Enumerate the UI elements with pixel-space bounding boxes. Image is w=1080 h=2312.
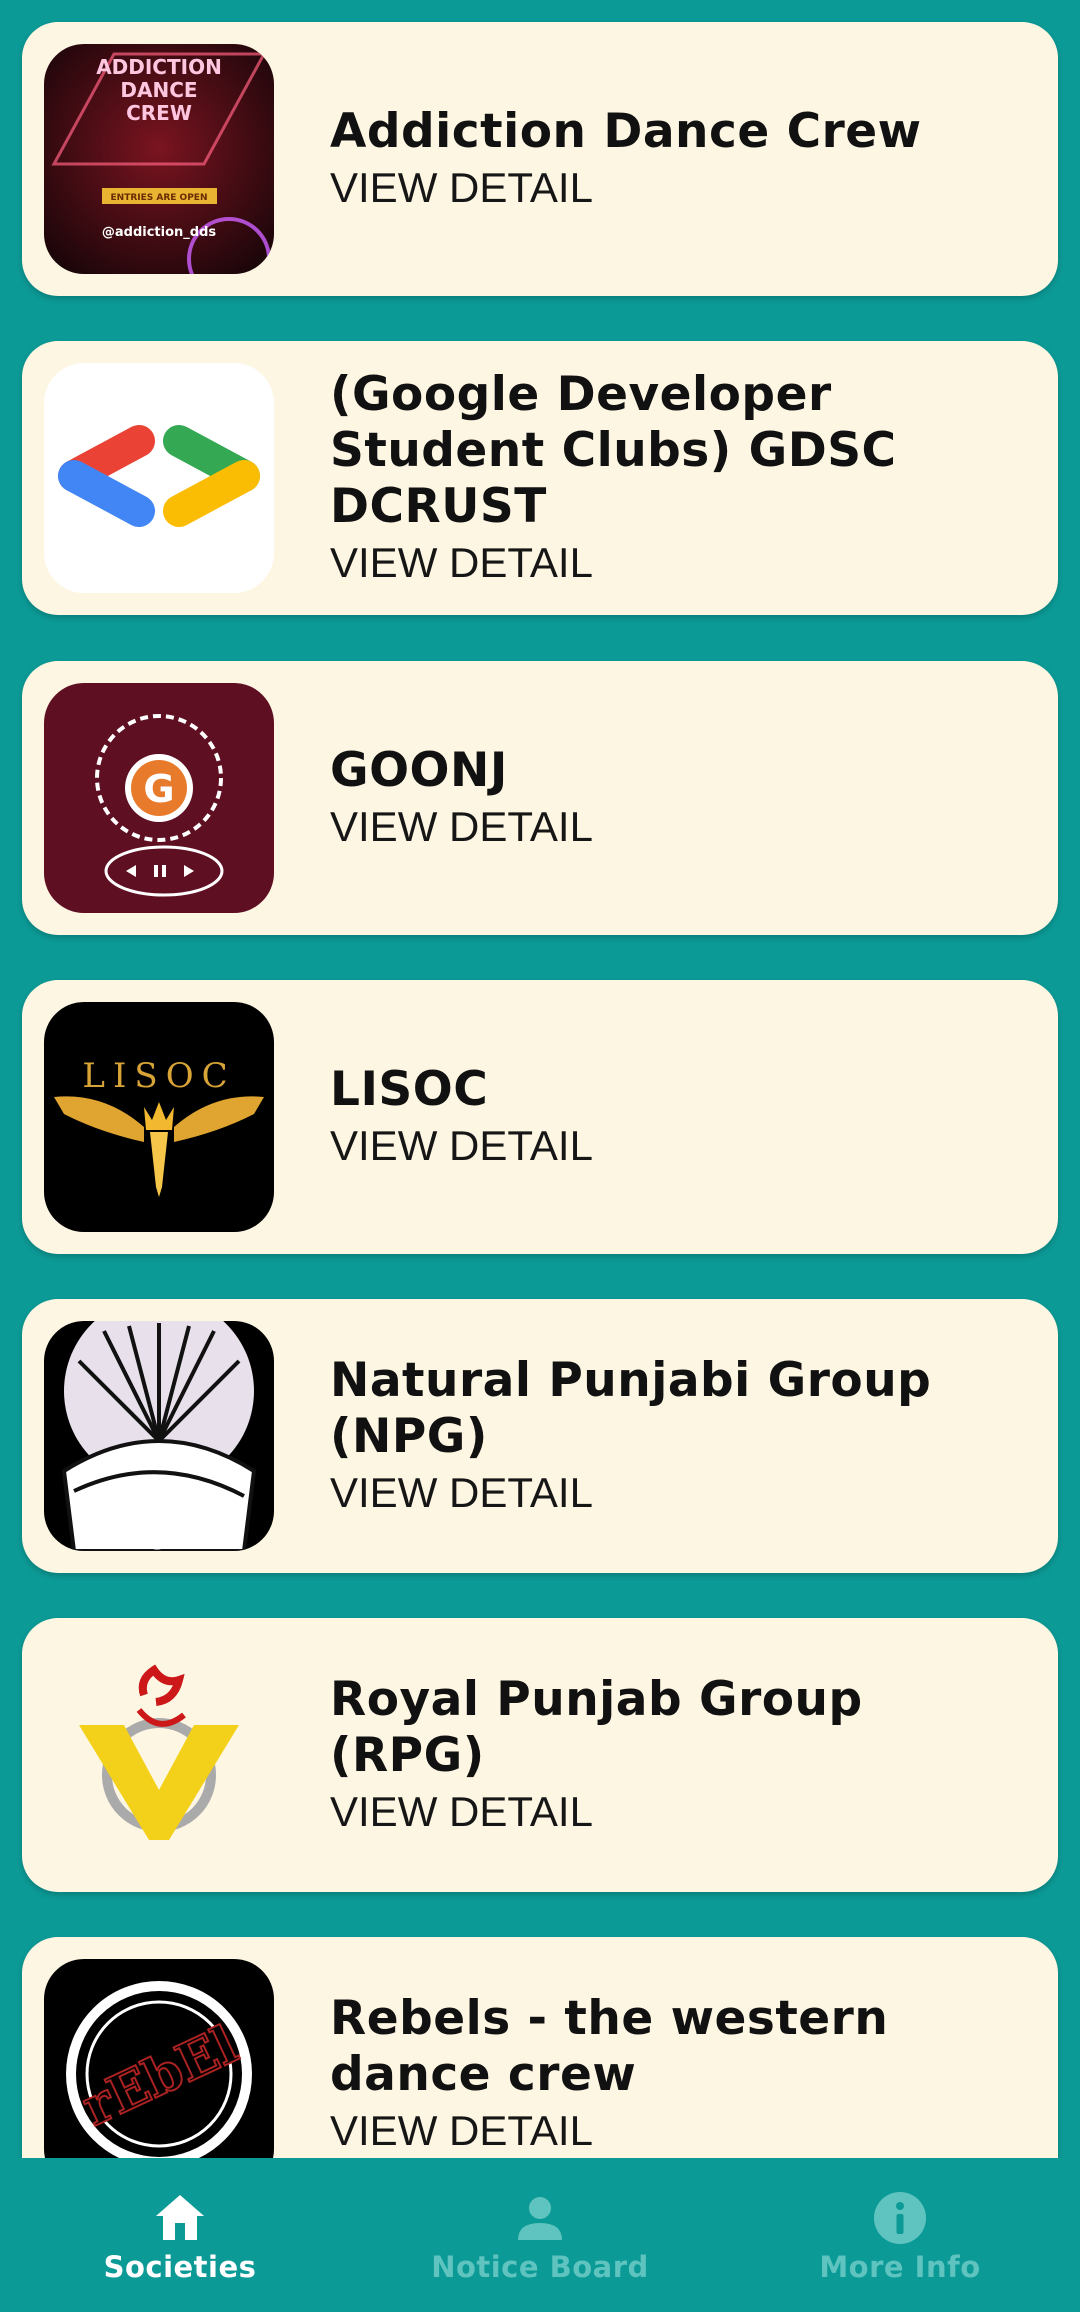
society-name: GOONJ	[330, 743, 508, 798]
info-icon	[874, 2192, 926, 2244]
view-detail-link[interactable]: VIEW DETAIL	[330, 1786, 1018, 1838]
society-card-goonj[interactable]: G GOONJ VIEW DETAIL	[22, 661, 1058, 935]
society-card-addiction-dance-crew[interactable]: ADDICTION DANCE CREW ENTRIES ARE OPEN @a…	[22, 22, 1058, 296]
nav-label: More Info	[819, 2250, 981, 2284]
view-detail-link[interactable]: VIEW DETAIL	[330, 2105, 1018, 2157]
society-name: (Google Developer Student Clubs) GDSC DC…	[330, 367, 897, 534]
society-name: Natural Punjabi Group (NPG)	[330, 1353, 932, 1464]
society-logo-rebels: rEbEl	[44, 1959, 274, 2158]
bottom-navigation: Societies Notice Board More Info	[0, 2158, 1080, 2312]
society-card-lisoc[interactable]: LISOC LISOC VIEW DETAIL	[22, 980, 1058, 1254]
svg-text:CREW: CREW	[126, 101, 192, 125]
svg-text:DANCE: DANCE	[120, 78, 197, 102]
view-detail-link[interactable]: VIEW DETAIL	[330, 1120, 1018, 1172]
view-detail-link[interactable]: VIEW DETAIL	[330, 1467, 1018, 1519]
svg-text:G: G	[143, 767, 174, 811]
person-icon	[518, 2197, 562, 2240]
nav-tab-notice-board[interactable]: Notice Board	[360, 2158, 720, 2312]
society-card-npg[interactable]: NPG Natural Punjabi Group (NPG) VIEW DET…	[22, 1299, 1058, 1573]
society-logo-rpg	[44, 1640, 274, 1870]
nav-tab-more-info[interactable]: More Info	[720, 2158, 1080, 2312]
home-icon	[156, 2195, 204, 2240]
society-logo-addiction: ADDICTION DANCE CREW ENTRIES ARE OPEN @a…	[44, 44, 274, 274]
society-card-rebels[interactable]: rEbEl Rebels - the western dance crew VI…	[22, 1937, 1058, 2158]
society-logo-gdsc	[44, 363, 274, 593]
svg-text:LISOC: LISOC	[82, 1056, 235, 1096]
view-detail-link[interactable]: VIEW DETAIL	[330, 162, 1018, 214]
society-logo-npg: NPG	[44, 1321, 274, 1551]
society-logo-goonj: G	[44, 683, 274, 913]
svg-text:ADDICTION: ADDICTION	[96, 55, 222, 79]
svg-text:@addiction_dds: @addiction_dds	[102, 225, 217, 240]
society-name: Royal Punjab Group (RPG)	[330, 1672, 863, 1783]
societies-list[interactable]: ADDICTION DANCE CREW ENTRIES ARE OPEN @a…	[0, 0, 1080, 2158]
society-card-rpg[interactable]: Royal Punjab Group (RPG) VIEW DETAIL	[22, 1618, 1058, 1892]
society-name: Addiction Dance Crew	[330, 104, 922, 159]
nav-label: Notice Board	[431, 2250, 649, 2284]
society-logo-lisoc: LISOC	[44, 1002, 274, 1232]
svg-text:NPG: NPG	[104, 1522, 168, 1551]
nav-tab-societies[interactable]: Societies	[0, 2158, 360, 2312]
view-detail-link[interactable]: VIEW DETAIL	[330, 537, 1018, 589]
nav-label: Societies	[103, 2250, 257, 2284]
society-name: Rebels - the western dance crew	[330, 1991, 889, 2102]
society-card-gdsc[interactable]: (Google Developer Student Clubs) GDSC DC…	[22, 341, 1058, 615]
svg-text:ENTRIES ARE OPEN: ENTRIES ARE OPEN	[111, 193, 208, 203]
view-detail-link[interactable]: VIEW DETAIL	[330, 801, 1018, 853]
society-name: LISOC	[330, 1062, 489, 1117]
